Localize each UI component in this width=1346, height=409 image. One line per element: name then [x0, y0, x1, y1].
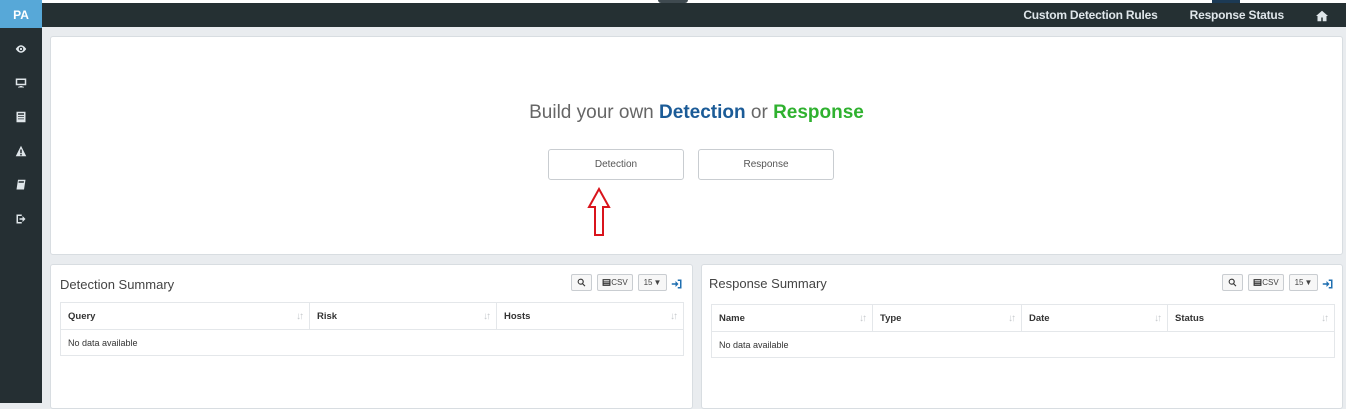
sign-in-icon: [1322, 279, 1333, 288]
detection-summary-title: Detection Summary: [60, 277, 175, 292]
response-button[interactable]: Response: [698, 149, 834, 180]
sign-in-icon: [671, 279, 682, 288]
search-icon: [577, 278, 586, 287]
eye-icon: [15, 45, 27, 53]
headline-or: or: [745, 102, 774, 123]
column-header-risk[interactable]: Risk ↓↑: [309, 302, 497, 330]
sort-icon: ↓↑: [859, 313, 867, 324]
sidebar-item-docs[interactable]: [0, 168, 42, 202]
table-row: No data available: [60, 329, 684, 356]
detection-page-size-select[interactable]: 15 ▼: [638, 274, 667, 291]
headline-prefix: Build your own: [529, 102, 660, 123]
column-header-name[interactable]: Name ↓↑: [711, 304, 873, 332]
sign-out-icon: [16, 214, 26, 224]
column-header-date[interactable]: Date ↓↑: [1021, 304, 1168, 332]
column-label: Date: [1029, 312, 1050, 324]
warning-icon: [15, 145, 27, 157]
sort-icon: ↓↑: [296, 311, 304, 322]
detection-csv-button[interactable]: CSV: [597, 274, 633, 291]
sidebar-item-overview[interactable]: [0, 32, 42, 66]
sidebar: PA: [0, 0, 42, 403]
list-icon: [16, 111, 26, 123]
detection-toolbar: CSV 15 ▼: [566, 274, 683, 291]
search-icon: [1228, 278, 1237, 287]
column-label: Name: [719, 312, 745, 324]
top-navbar: Custom Detection Rules Response Status: [42, 3, 1346, 27]
book-icon: [16, 179, 26, 190]
detection-search-button[interactable]: [571, 274, 592, 291]
rule-builder-panel: Build your own Detection or Response Det…: [50, 36, 1343, 255]
response-page-size-select[interactable]: 15 ▼: [1289, 274, 1318, 291]
response-export-button[interactable]: [1322, 277, 1334, 289]
chevron-down-icon: ▼: [1304, 278, 1313, 287]
column-label: Risk: [317, 310, 338, 322]
response-summary-title: Response Summary: [709, 276, 827, 291]
response-summary-panel: Response Summary CSV 15 ▼ Name ↓↑ Type ↓↑ …: [701, 264, 1343, 409]
detection-summary-panel: Detection Summary CSV 15 ▼ Query ↓↑ Risk ↓…: [50, 264, 693, 409]
detection-button[interactable]: Detection: [548, 149, 684, 180]
builder-headline: Build your own Detection or Response: [51, 102, 1342, 124]
sidebar-item-logout[interactable]: [0, 202, 42, 236]
detection-table: Query ↓↑ Risk ↓↑ Hosts ↓↑ No data available: [60, 302, 684, 356]
sort-icon: ↓↑: [670, 311, 678, 322]
headline-detection: Detection: [659, 102, 746, 123]
up-arrow-icon: [587, 187, 611, 236]
page-size-value: 15: [643, 278, 653, 287]
column-header-query[interactable]: Query ↓↑: [60, 302, 310, 330]
nav-response-status[interactable]: Response Status: [1190, 8, 1285, 22]
empty-message: No data available: [711, 331, 1335, 358]
column-label: Status: [1175, 312, 1205, 324]
table-row: No data available: [711, 331, 1335, 358]
csv-label: CSV: [611, 278, 628, 287]
detection-export-button[interactable]: [671, 277, 683, 289]
column-label: Hosts: [504, 310, 531, 322]
response-table: Name ↓↑ Type ↓↑ Date ↓↑ Status ↓↑ No data av…: [711, 304, 1335, 358]
sort-icon: ↓↑: [1154, 313, 1162, 324]
chevron-down-icon: ▼: [653, 278, 662, 287]
column-label: Query: [68, 310, 96, 322]
sort-icon: ↓↑: [1008, 313, 1016, 324]
nav-custom-detection-rules[interactable]: Custom Detection Rules: [1023, 8, 1157, 22]
sidebar-item-alerts[interactable]: [0, 134, 42, 168]
sort-icon: ↓↑: [483, 311, 491, 322]
monitor-icon: [15, 78, 27, 88]
list-icon: [1253, 279, 1262, 286]
csv-label: CSV: [1262, 278, 1279, 287]
column-header-status[interactable]: Status ↓↑: [1167, 304, 1335, 332]
app-logo[interactable]: PA: [0, 0, 42, 28]
sort-icon: ↓↑: [1321, 313, 1329, 324]
empty-message: No data available: [60, 329, 684, 356]
sidebar-item-hosts[interactable]: [0, 66, 42, 100]
sidebar-item-reports[interactable]: [0, 100, 42, 134]
column-header-hosts[interactable]: Hosts ↓↑: [496, 302, 684, 330]
home-button[interactable]: [1316, 9, 1328, 22]
list-icon: [602, 279, 611, 286]
home-icon: [1316, 10, 1328, 22]
column-header-type[interactable]: Type ↓↑: [872, 304, 1022, 332]
response-toolbar: CSV 15 ▼: [1217, 274, 1334, 291]
column-label: Type: [880, 312, 902, 324]
page-size-value: 15: [1294, 278, 1304, 287]
headline-response: Response: [773, 102, 864, 123]
response-search-button[interactable]: [1222, 274, 1243, 291]
response-csv-button[interactable]: CSV: [1248, 274, 1284, 291]
